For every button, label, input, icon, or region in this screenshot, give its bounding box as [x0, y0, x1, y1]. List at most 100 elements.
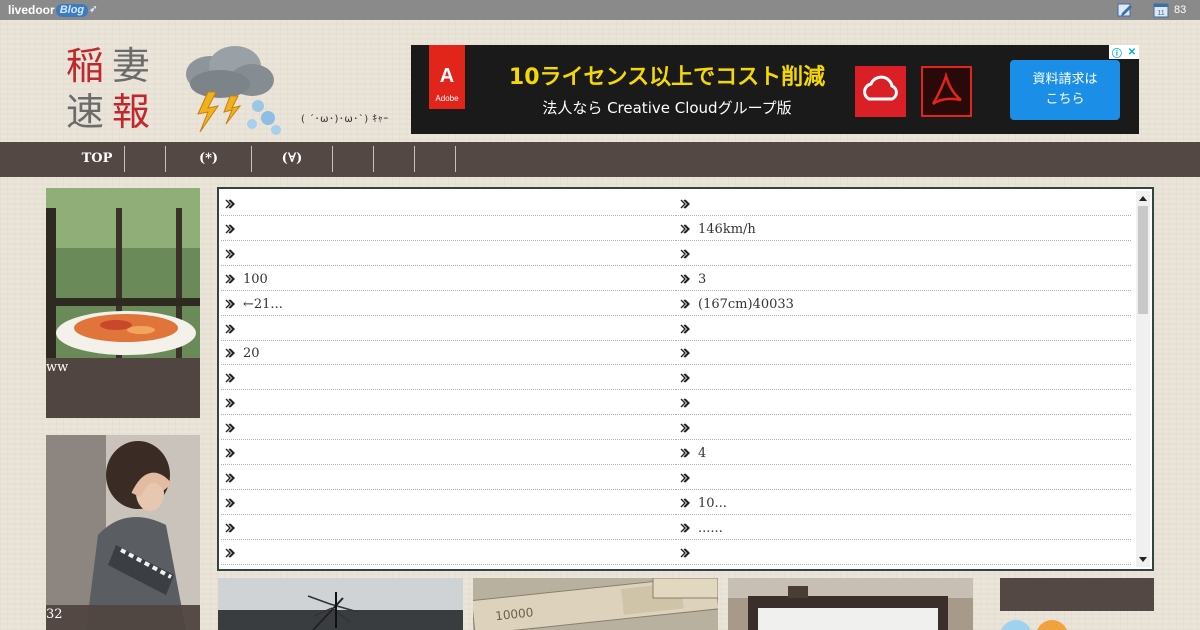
feed-row-link[interactable]: 146km/h	[676, 216, 1131, 241]
side-card-caption: 32	[46, 605, 200, 630]
double-chevron-right-icon	[676, 421, 698, 436]
adobe-a-icon: A	[439, 65, 455, 87]
feed-row-title: ←21...	[243, 296, 283, 312]
site-logo-char: 妻	[112, 44, 151, 88]
nav-item[interactable]	[415, 142, 455, 177]
feed-row-link[interactable]: 20	[221, 340, 676, 366]
feed-row-link[interactable]	[221, 490, 676, 515]
info-icon[interactable]: ⓘ	[1112, 45, 1122, 60]
dragonfly-thumbnail	[218, 578, 463, 630]
double-chevron-right-icon	[221, 521, 243, 536]
ad-choices[interactable]: ⓘ ✕	[1109, 45, 1139, 60]
feed-row-link[interactable]	[221, 191, 676, 216]
double-chevron-right-icon	[676, 546, 698, 561]
feed-row-title: (167cm)40033	[698, 296, 794, 312]
feed-row-link[interactable]: (167cm)40033	[676, 291, 1131, 316]
double-chevron-right-icon	[221, 322, 243, 337]
scroll-down-arrow-icon[interactable]	[1139, 557, 1147, 562]
feed-row-link[interactable]	[676, 316, 1131, 341]
nav-item[interactable]	[374, 142, 414, 177]
livedoor-toolbar: livedoor Blog ➶ 11 83	[0, 0, 1200, 20]
scroll-up-arrow-icon[interactable]	[1139, 196, 1147, 201]
side-card-title: ww	[46, 360, 69, 375]
feed-row-link[interactable]: 3	[676, 266, 1131, 291]
feed-row-link[interactable]	[221, 515, 676, 540]
feed-row-link[interactable]	[221, 365, 676, 391]
creative-cloud-icon	[855, 66, 906, 117]
double-chevron-right-icon	[676, 322, 698, 337]
feed-row-link[interactable]	[221, 316, 676, 341]
feed-row-link[interactable]: 100	[221, 266, 676, 291]
article-thumbnail-card[interactable]	[218, 578, 463, 630]
double-chevron-right-icon	[221, 471, 243, 486]
feed-row-link[interactable]	[676, 365, 1131, 391]
feed-row-link[interactable]	[221, 241, 676, 266]
feed-row-link[interactable]	[221, 440, 676, 465]
feed-row-link[interactable]	[221, 415, 676, 441]
feed-row-title: ......	[698, 520, 723, 536]
adobe-ad-banner[interactable]: A Adobe 10ライセンス以上でコスト削減 法人なら Creative Cl…	[411, 45, 1139, 134]
site-logo[interactable]: 稲 妻 速 報	[66, 44, 166, 136]
double-chevron-right-icon	[221, 222, 243, 237]
double-chevron-right-icon	[221, 272, 243, 287]
double-chevron-right-icon	[221, 496, 243, 511]
feed-row-link[interactable]: ......	[676, 515, 1131, 540]
double-chevron-right-icon	[221, 421, 243, 436]
edit-icon[interactable]	[1117, 2, 1133, 18]
article-thumbnail-card[interactable]	[728, 578, 973, 630]
close-icon[interactable]: ✕	[1128, 47, 1136, 58]
nav-item-top[interactable]: TOP	[70, 142, 124, 177]
double-chevron-right-icon	[221, 396, 243, 411]
social-share-icon[interactable]	[1000, 620, 1032, 630]
site-logo-char: 速	[66, 90, 105, 134]
sidebar-header-box	[1000, 578, 1154, 611]
money-thumbnail: 10000	[473, 578, 718, 630]
svg-text:11: 11	[1157, 10, 1164, 17]
acrobat-icon	[921, 66, 972, 117]
feed-row-title: 146km/h	[698, 221, 756, 237]
side-article-card[interactable]: ww	[46, 188, 200, 418]
livedoor-blog-logo[interactable]: livedoor Blog ➶	[8, 1, 98, 19]
ad-headline: 10ライセンス以上でコスト削減	[508, 65, 826, 90]
nav-item[interactable]	[333, 142, 373, 177]
feed-row-link[interactable]	[676, 540, 1131, 565]
article-thumbnail-card[interactable]: 10000	[473, 578, 718, 630]
feed-row-link[interactable]: ←21...	[221, 291, 676, 316]
side-card-title: 32	[46, 607, 63, 622]
double-chevron-right-icon	[676, 272, 698, 287]
feed-row-link[interactable]	[676, 241, 1131, 266]
ad-cta-button[interactable]: 資料請求は こちら	[1010, 60, 1120, 120]
feed-row-link[interactable]: 10...	[676, 490, 1131, 515]
feed-row-link[interactable]: 4	[676, 440, 1131, 465]
feed-row-link[interactable]	[676, 415, 1131, 441]
feed-scrollbar[interactable]	[1136, 191, 1150, 567]
double-chevron-right-icon	[221, 346, 243, 361]
feed-row-link[interactable]	[676, 191, 1131, 216]
double-chevron-right-icon	[221, 371, 243, 386]
thunder-cloud-icon	[186, 46, 281, 135]
double-chevron-right-icon	[676, 471, 698, 486]
site-kaomoji: ( ´･ω･)･ω･`) ｷｬｰ	[301, 114, 389, 125]
feed-row-link[interactable]	[676, 390, 1131, 416]
double-chevron-right-icon	[676, 222, 698, 237]
feed-row-link[interactable]	[221, 390, 676, 416]
feed-row-link[interactable]	[221, 540, 676, 565]
scroll-thumb[interactable]	[1138, 206, 1148, 314]
ad-subline: 法人なら Creative Cloudグループ版	[542, 99, 792, 117]
feed-row-link[interactable]	[221, 465, 676, 490]
rss-icon[interactable]	[1036, 620, 1068, 630]
adobe-brand-text: Adobe	[435, 94, 459, 103]
feed-row-link[interactable]	[221, 216, 676, 241]
double-chevron-right-icon	[221, 247, 243, 262]
nav-item[interactable]: (∀)	[252, 142, 332, 177]
double-chevron-right-icon	[676, 496, 698, 511]
feed-row-link[interactable]	[676, 465, 1131, 490]
nav-item[interactable]	[125, 142, 165, 177]
double-chevron-right-icon	[676, 521, 698, 536]
feed-row-link[interactable]	[676, 340, 1131, 366]
nav-item[interactable]: (*)	[166, 142, 251, 177]
calendar-icon[interactable]: 11	[1153, 2, 1169, 18]
article-thumbnail	[46, 435, 200, 630]
adobe-logo: A Adobe	[429, 45, 465, 109]
side-article-card[interactable]: 32	[46, 435, 200, 630]
